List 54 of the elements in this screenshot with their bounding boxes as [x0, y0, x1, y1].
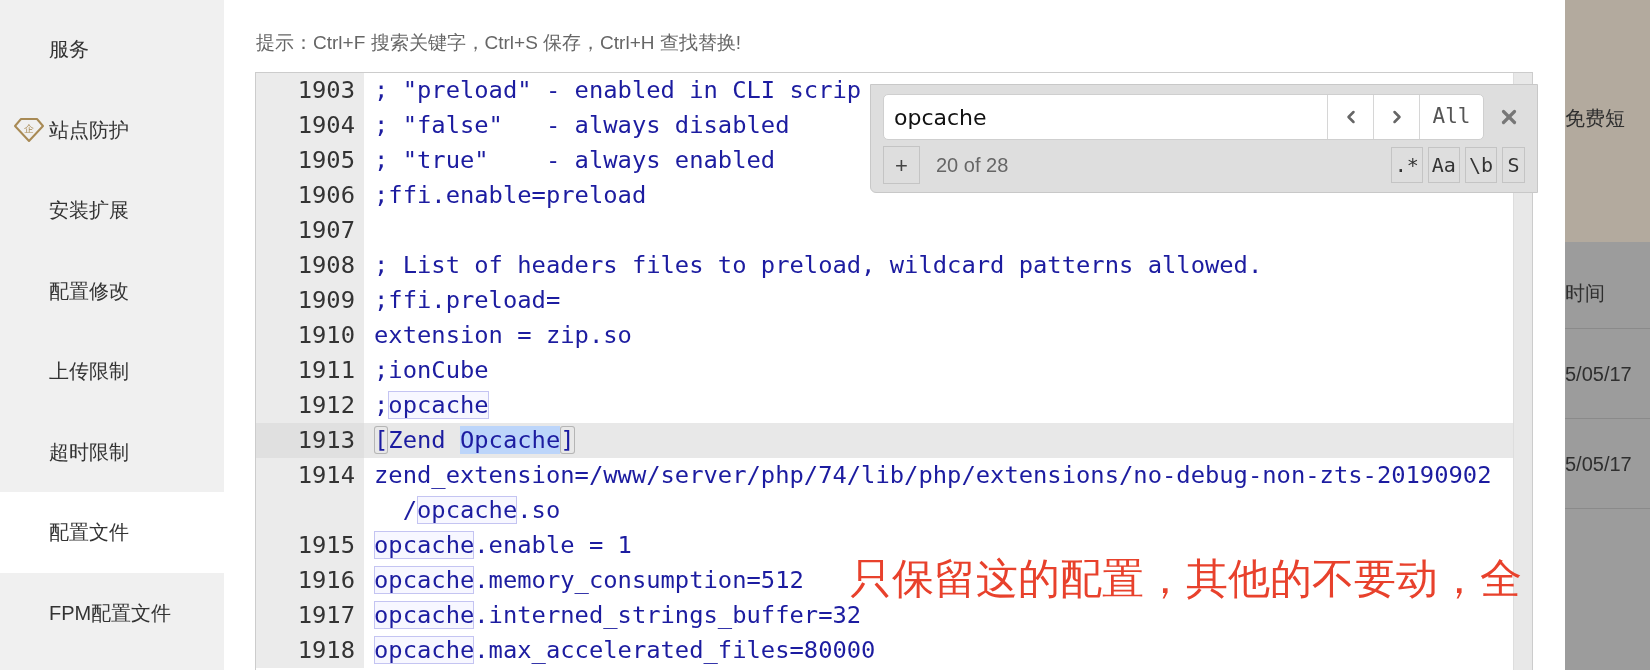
line-number: 1904: [297, 111, 355, 139]
code-line: opcache.interned_strings_buffer=32: [374, 601, 862, 629]
table-cell-text: 5/05/17: [1565, 451, 1632, 477]
code-line: ;ffi.enable=preload: [374, 181, 647, 209]
code-line: opcache.max_accelerated_files=80000: [374, 636, 876, 664]
sidebar-item[interactable]: 配置修改: [0, 250, 224, 331]
search-option-toggle[interactable]: .*: [1390, 147, 1423, 183]
code-line: zend_extension=/www/server/php/74/lib/php/extensions/no-debug-non-zts-20190902: [374, 461, 1492, 489]
banner-text: 免费短: [1565, 107, 1625, 129]
table-cell-text: 5/05/17: [1565, 361, 1632, 387]
match-count: 20 of 28: [936, 153, 1009, 178]
sidebar-item[interactable]: 上传限制: [0, 331, 224, 412]
sidebar-item[interactable]: 配置文件: [0, 492, 224, 573]
code-line: opcache.enable = 1: [374, 531, 632, 559]
line-number: 1907: [297, 216, 355, 244]
line-number: 1914: [297, 461, 355, 489]
code-line: ; "false" - always disabled: [374, 111, 790, 139]
code-line: [Zend Opcache]: [374, 426, 575, 454]
line-number: 1909: [297, 286, 355, 314]
line-number: 1910: [297, 321, 355, 349]
sidebar-item[interactable]: 服务: [0, 9, 224, 90]
add-button[interactable]: +: [883, 146, 920, 184]
line-number: 1912: [297, 391, 355, 419]
search-option-toggle[interactable]: \b: [1464, 147, 1497, 183]
line-number: 1911: [297, 356, 355, 384]
line-number: 1917: [297, 601, 355, 629]
hint-text: 提示：Ctrl+F 搜索关键字，Ctrl+S 保存，Ctrl+H 查找替换!: [256, 32, 742, 53]
find-all-button[interactable]: All: [1419, 95, 1483, 139]
line-number: 1903: [297, 76, 355, 104]
code-line: ; "true" - always enabled: [374, 146, 776, 174]
line-number: 1918: [297, 636, 355, 664]
search-field[interactable]: opcache All: [883, 94, 1484, 140]
diamond-icon: 企: [12, 116, 45, 143]
search-option-toggle[interactable]: Aa: [1427, 147, 1460, 183]
code-line: opcache.memory_consumption=512: [374, 566, 804, 594]
line-number: 1906: [297, 181, 355, 209]
sidebar-item[interactable]: FPM配置文件: [0, 572, 224, 653]
line-number: 1905: [297, 146, 355, 174]
annotation-text: 只保留这的配置，其他的不要动，全: [850, 554, 1522, 604]
line-number: 1916: [297, 566, 355, 594]
sidebar-item[interactable]: 企 站点防护: [0, 89, 224, 170]
search-option-toggle[interactable]: S: [1502, 147, 1525, 183]
line-number: 1915: [297, 531, 355, 559]
line-number: 1913: [297, 426, 355, 454]
code-line: extension = zip.so: [374, 321, 632, 349]
sidebar-item[interactable]: 超时限制: [0, 411, 224, 492]
sidebar-item[interactable]: 安装扩展: [0, 170, 224, 251]
code-line: ;ffi.preload=: [374, 286, 561, 314]
code-line: ; "preload" - enabled in CLI scrip: [374, 76, 862, 104]
column-header: 时间: [1565, 281, 1605, 306]
code-line: /opcache.so: [401, 496, 561, 524]
code-line: ;ionCube: [374, 356, 489, 384]
line-number: 1908: [297, 251, 355, 279]
code-line: ; List of headers files to preload, wildcard patterns allowed.: [374, 251, 1263, 279]
